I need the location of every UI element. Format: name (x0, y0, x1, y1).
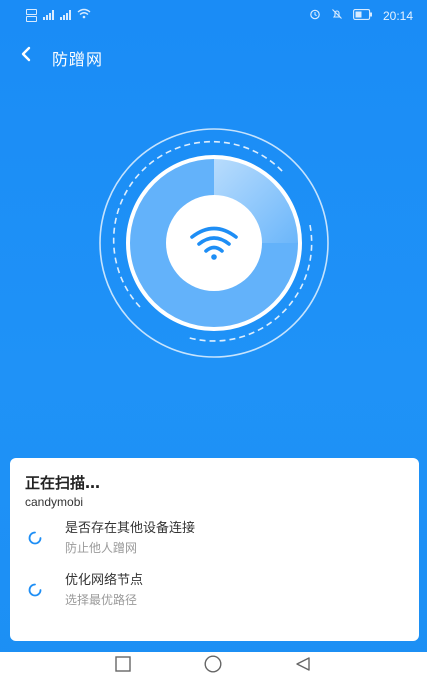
scan-item: 是否存在其他设备连接 防止他人蹭网 (10, 517, 419, 561)
signal-icon (60, 10, 71, 20)
recent-apps-button[interactable] (103, 656, 143, 676)
network-name: candymobi (25, 495, 84, 509)
home-button[interactable] (193, 655, 233, 677)
scan-item-title: 是否存在其他设备连接 (65, 521, 196, 536)
nav-back-button[interactable] (283, 656, 323, 676)
scan-item-description: 选择最优路径 (65, 593, 138, 607)
circle-home-icon (204, 655, 222, 677)
scanning-title: 正在扫描… (25, 474, 101, 492)
status-right: 20:14 (309, 8, 413, 23)
triangle-back-icon (295, 656, 311, 676)
page-title: 防蹭网 (52, 50, 104, 69)
loading-spinner-icon (28, 582, 42, 597)
alarm-icon (309, 8, 321, 23)
loading-spinner-icon (28, 530, 42, 545)
scan-status-card: 正在扫描… candymobi 是否存在其他设备连接 防止他人蹭网 优化网络节点… (10, 458, 419, 641)
scan-radar (98, 127, 330, 359)
status-bar: 20:14 (0, 0, 427, 32)
square-recent-apps-icon (115, 656, 131, 676)
scan-item-description: 防止他人蹭网 (65, 541, 138, 555)
scan-item-title: 优化网络节点 (65, 573, 144, 588)
wifi-status-icon (77, 8, 91, 22)
system-navigation-bar (0, 652, 427, 680)
back-button[interactable] (14, 42, 38, 70)
clock: 20:14 (382, 8, 413, 23)
top-app-bar: 防蹭网 (0, 38, 427, 74)
back-arrow-icon (20, 46, 32, 67)
mute-icon (331, 8, 343, 23)
scan-item: 优化网络节点 选择最优路径 (10, 569, 419, 613)
status-left (26, 8, 91, 22)
sim-icon (26, 8, 37, 22)
wifi-icon (188, 224, 240, 262)
signal-icon (43, 10, 54, 20)
battery-icon (353, 8, 373, 23)
